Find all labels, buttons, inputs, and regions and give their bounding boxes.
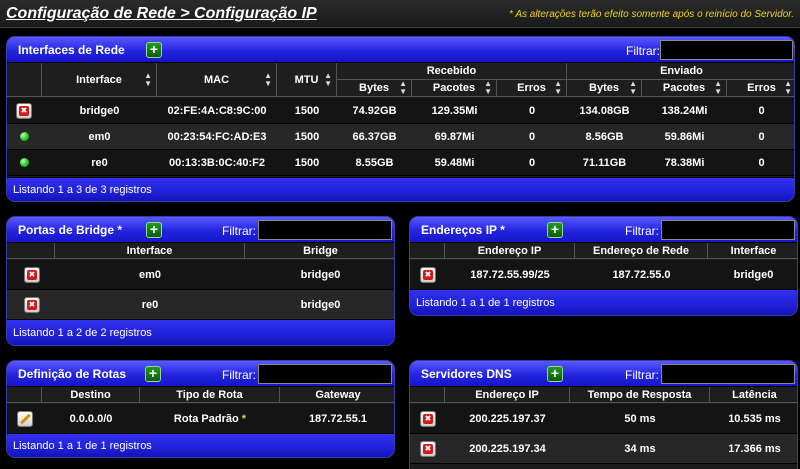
table-row[interactable]: 0.0.0.0/0 Rota Padrão * 187.72.55.1 — [7, 404, 394, 434]
filter-input[interactable] — [660, 40, 793, 60]
filter-label: Filtrar: — [625, 224, 659, 238]
sort-icon: ▲ ▼ — [629, 79, 637, 96]
panel-header: Endereços IP * + Filtrar: — [410, 217, 797, 243]
table-header: Endereço IP Tempo de Resposta Latência — [410, 387, 797, 403]
col-ip-address[interactable]: Endereço IP — [445, 387, 570, 402]
page-title: Configuração de Rede > Configuração IP — [6, 5, 317, 22]
table-row[interactable]: 187.72.55.99/25 187.72.55.0 bridge0 — [410, 260, 797, 290]
sort-icon: ▲ ▼ — [784, 79, 792, 96]
required-mark: * — [500, 223, 505, 237]
required-mark: * — [241, 412, 247, 425]
table-row[interactable]: re0 00:13:3B:0C:40:F2 1500 8.55GB 59.48M… — [7, 150, 794, 176]
table-header: Destino Tipo de Rota Gateway — [7, 387, 394, 403]
col-destination[interactable]: Destino — [42, 387, 140, 402]
col-rx-bytes[interactable]: Bytes ▲ ▼ — [337, 80, 412, 96]
table-row[interactable]: 200.225.197.37 50 ms 10.535 ms — [410, 404, 797, 434]
ip-addresses-panel: Endereços IP * + Filtrar: Endereço IP En… — [409, 216, 798, 316]
panel-footer: Listando 1 a 2 de 2 registros — [7, 319, 394, 345]
table-row[interactable]: em0 00:23:54:FC:AD:E3 1500 66.37GB 69.87… — [7, 124, 794, 150]
delete-bridge-port-button[interactable] — [24, 267, 40, 283]
filter-input[interactable] — [258, 220, 392, 240]
top-bar: Configuração de Rede > Configuração IP *… — [0, 0, 800, 28]
status-up-icon — [20, 158, 29, 167]
status-up-icon — [20, 132, 29, 141]
col-interface[interactable]: Interface ▲ ▼ — [42, 63, 157, 96]
panel-header: Definição de Rotas + Filtrar: — [7, 361, 394, 387]
table-row[interactable]: 200.225.197.34 34 ms 17.366 ms — [410, 434, 797, 464]
add-ip-address-button[interactable]: + — [547, 222, 563, 238]
interfaces-panel: Interfaces de Rede + Filtrar: Interface ▲… — [6, 36, 795, 202]
panel-header: Servidores DNS + Filtrar: — [410, 361, 797, 387]
panel-footer: Listando 1 a 3 de 3 registros — [7, 177, 794, 201]
sort-icon: ▲ ▼ — [264, 70, 272, 88]
table-header: Interface ▲ ▼ MAC ▲ ▼ MTU ▲ ▼ Recebido Bytes ▲ ▼… — [7, 63, 794, 97]
add-bridge-port-button[interactable]: + — [146, 222, 162, 238]
filter-input[interactable] — [661, 364, 795, 384]
col-rx-packets[interactable]: Pacotes ▲ ▼ — [412, 80, 497, 96]
panel-title: Definição de Rotas — [18, 367, 127, 381]
table-header: Interface Bridge — [7, 243, 394, 259]
bridge-ports-panel: Portas de Bridge * + Filtrar: Interface … — [6, 216, 395, 346]
table-header: Endereço IP Endereço de Rede Interface — [410, 243, 797, 259]
filter-label: Filtrar: — [222, 368, 256, 382]
panel-title: Endereços IP * — [421, 223, 505, 237]
col-ip-address[interactable]: Endereço IP — [445, 243, 575, 258]
record-count: Listando 1 a 1 de 1 registros — [416, 297, 555, 309]
delete-interface-button[interactable] — [16, 103, 32, 119]
col-received: Recebido — [337, 63, 567, 80]
sort-icon: ▲ ▼ — [324, 70, 332, 88]
add-route-button[interactable]: + — [145, 366, 161, 382]
required-mark: * — [117, 223, 123, 237]
col-sent: Enviado — [567, 63, 794, 80]
sort-icon: ▲ ▼ — [144, 70, 152, 88]
col-rx-errors[interactable]: Erros ▲ ▼ — [497, 80, 567, 96]
table-row[interactable]: re0 bridge0 — [7, 290, 394, 320]
panel-title: Servidores DNS — [421, 367, 512, 381]
delete-dns-server-button[interactable] — [420, 441, 436, 457]
add-dns-server-button[interactable]: + — [547, 366, 563, 382]
sort-icon: ▲ ▼ — [714, 79, 722, 96]
col-tx-packets[interactable]: Pacotes ▲ ▼ — [642, 80, 727, 96]
delete-ip-address-button[interactable] — [420, 267, 436, 283]
panel-footer: Listando 1 a 1 de 1 registros — [7, 433, 394, 457]
panel-title: Interfaces de Rede — [18, 43, 125, 57]
col-latency[interactable]: Latência — [710, 387, 797, 402]
sort-icon: ▲ ▼ — [484, 79, 492, 96]
sort-icon: ▲ ▼ — [554, 79, 562, 96]
sort-icon: ▲ ▼ — [399, 79, 407, 96]
col-mac[interactable]: MAC ▲ ▼ — [157, 63, 277, 96]
record-count: Listando 1 a 3 de 3 registros — [13, 184, 152, 196]
delete-dns-server-button[interactable] — [420, 411, 436, 427]
add-interface-button[interactable]: + — [146, 42, 162, 58]
panel-header: Interfaces de Rede + Filtrar: — [7, 37, 794, 63]
record-count: Listando 1 a 2 de 2 registros — [13, 327, 152, 339]
col-interface[interactable]: Interface — [708, 243, 797, 258]
edit-route-button[interactable] — [17, 411, 33, 427]
record-count: Listando 1 a 1 de 1 registros — [13, 440, 152, 452]
filter-label: Filtrar: — [625, 368, 659, 382]
panel-header: Portas de Bridge * + Filtrar: — [7, 217, 394, 243]
filter-label: Filtrar: — [222, 224, 256, 238]
table-row[interactable]: em0 bridge0 — [7, 260, 394, 290]
col-bridge[interactable]: Bridge — [245, 243, 394, 258]
panel-title: Portas de Bridge * — [18, 223, 123, 237]
filter-label: Filtrar: — [626, 44, 660, 58]
routes-panel: Definição de Rotas + Filtrar: Destino Ti… — [6, 360, 395, 458]
delete-bridge-port-button[interactable] — [24, 297, 40, 313]
filter-input[interactable] — [661, 220, 795, 240]
col-gateway[interactable]: Gateway — [280, 387, 394, 402]
restart-notice: * As alterações terão efeito somente apó… — [509, 9, 794, 20]
col-network-address[interactable]: Endereço de Rede — [575, 243, 708, 258]
table-row[interactable]: bridge0 02:FE:4A:C8:9C:00 1500 74.92GB 1… — [7, 98, 794, 124]
col-tx-errors[interactable]: Erros ▲ ▼ — [727, 79, 794, 96]
col-tx-bytes[interactable]: Bytes ▲ ▼ — [567, 80, 642, 96]
col-response-time[interactable]: Tempo de Resposta — [570, 387, 710, 402]
col-mtu[interactable]: MTU ▲ ▼ — [277, 63, 337, 96]
col-route-type[interactable]: Tipo de Rota — [140, 387, 280, 402]
dns-servers-panel: Servidores DNS + Filtrar: Endereço IP Te… — [409, 360, 798, 469]
panel-footer: Listando 1 a 1 de 1 registros — [410, 289, 797, 315]
col-interface[interactable]: Interface — [55, 243, 245, 258]
filter-input[interactable] — [258, 364, 392, 384]
